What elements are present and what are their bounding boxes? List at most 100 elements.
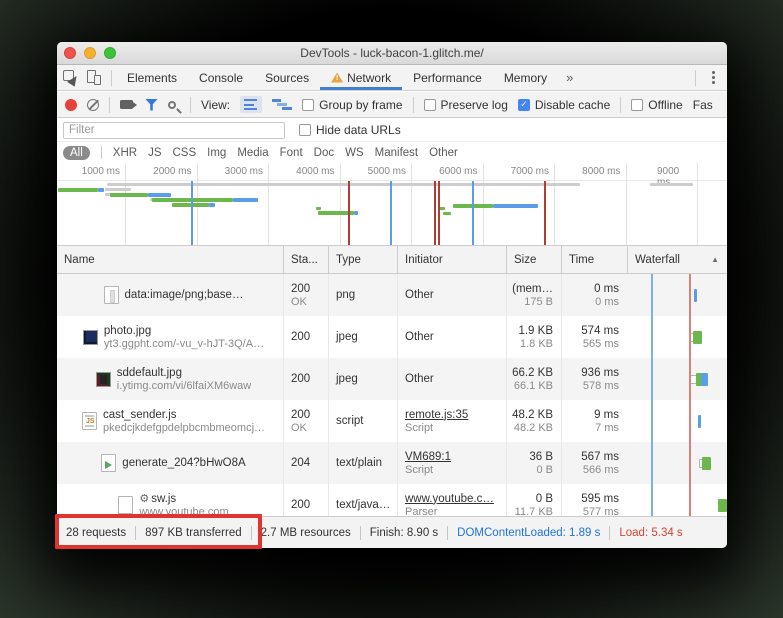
tab-performance[interactable]: Performance <box>402 65 493 90</box>
table-row[interactable]: photo.jpgyt3.ggpht.com/-vu_v-hJT-3Q/A…20… <box>57 316 727 358</box>
column-header-sta[interactable]: Sta... <box>283 246 328 273</box>
transferred-size: 66.2 KB <box>512 367 553 379</box>
table-row[interactable]: generate_204?bHwO8A204text/plainVM689:1S… <box>57 442 727 484</box>
load-event-line <box>438 181 440 245</box>
sort-arrow-icon[interactable]: ▲ <box>711 255 719 264</box>
load-event-line <box>689 274 691 516</box>
tab-elements[interactable]: Elements <box>116 65 188 90</box>
dcl-event-line <box>472 181 474 245</box>
search-icon[interactable] <box>168 101 176 109</box>
initiator-link[interactable]: www.youtube.c… <box>405 493 506 505</box>
waterfall-bar <box>718 499 727 512</box>
tab-memory[interactable]: Memory <box>493 65 558 90</box>
timeline-tick-label: 2000 ms <box>153 166 191 177</box>
initiator-link[interactable]: remote.js:35 <box>405 409 506 421</box>
screenshot-camera-icon[interactable] <box>120 100 133 109</box>
checkbox-icon[interactable] <box>631 99 643 111</box>
waterfall-bar <box>693 331 702 344</box>
load-event-line <box>544 181 546 245</box>
kebab-menu-icon[interactable] <box>700 71 727 84</box>
overview-bar <box>316 207 321 210</box>
waterfall-view-icon[interactable] <box>272 98 292 111</box>
checkbox-group-by-frame[interactable]: Group by frame <box>302 98 402 112</box>
waterfall-bar <box>701 373 708 386</box>
checkbox-icon[interactable] <box>424 99 436 111</box>
table-row[interactable]: ⚙sw.jswww.youtube.com200text/java…www.yo… <box>57 484 727 516</box>
column-header-time[interactable]: Time <box>561 246 627 273</box>
initiator-link[interactable]: VM689:1 <box>405 451 506 463</box>
thumbnail-icon <box>83 330 98 345</box>
file-type-icon <box>101 454 116 472</box>
filter-pill-xhr[interactable]: XHR <box>113 147 137 159</box>
tab-network[interactable]: !Network <box>320 65 402 90</box>
tab-label: Network <box>347 71 391 85</box>
timeline-gridline <box>697 163 698 245</box>
checkbox-icon[interactable]: ✓ <box>518 99 530 111</box>
checkbox-preserve-log[interactable]: Preserve log <box>424 98 508 112</box>
titlebar: DevTools - luck-bacon-1.glitch.me/ <box>57 42 727 65</box>
toolbar-checkboxes: Group by frame Preserve log ✓Disable cache… <box>302 97 683 113</box>
checkbox-icon[interactable] <box>302 99 314 111</box>
tab-sources[interactable]: Sources <box>254 65 320 90</box>
overview-bar <box>209 203 215 207</box>
filter-pill-img[interactable]: Img <box>207 147 226 159</box>
request-name-text: sddefault.jpg <box>117 367 251 379</box>
column-header-waterfall[interactable]: Waterfall▲ <box>627 246 727 273</box>
filter-funnel-icon[interactable] <box>145 99 158 111</box>
status-code: 200 <box>291 331 328 343</box>
tab-console[interactable]: Console <box>188 65 254 90</box>
thumbnail-icon <box>96 372 111 387</box>
table-row[interactable]: data:image/png;base…200OKpngOther(mem…17… <box>57 274 727 316</box>
filter-pill-css[interactable]: CSS <box>172 147 196 159</box>
filter-pill-font[interactable]: Font <box>280 147 303 159</box>
filter-pill-manifest[interactable]: Manifest <box>375 147 418 159</box>
annotation-highlight-box <box>55 514 262 549</box>
hide-data-urls-checkbox[interactable]: Hide data URLs <box>299 123 401 137</box>
filter-pill-doc[interactable]: Doc <box>314 147 334 159</box>
checkbox-icon[interactable] <box>299 124 311 136</box>
checkbox-disable-cache[interactable]: ✓Disable cache <box>518 98 610 112</box>
filter-pill-all[interactable]: All <box>63 146 90 160</box>
column-header-name[interactable]: Name <box>57 246 283 273</box>
filter-pill-js[interactable]: JS <box>148 147 161 159</box>
dcl-event-line <box>651 274 653 516</box>
column-header-size[interactable]: Size <box>506 246 561 273</box>
checkbox-offline[interactable]: Offline <box>631 98 682 112</box>
filter-pill-ws[interactable]: WS <box>345 147 364 159</box>
cell-type: jpeg <box>328 358 397 400</box>
inspect-element-icon[interactable] <box>63 70 78 85</box>
cell-initiator: VM689:1Script <box>397 442 506 484</box>
throttling-label[interactable]: Fas <box>693 98 713 112</box>
total-time: 574 ms <box>581 325 619 337</box>
clear-icon[interactable] <box>87 99 99 111</box>
column-header-initiator[interactable]: Initiator <box>397 246 506 273</box>
filter-pill-media[interactable]: Media <box>237 147 268 159</box>
timeline-gridline <box>411 163 412 245</box>
cell-name: JScast_sender.jspkedcjkdefgpdelpbcmbmeom… <box>57 400 283 442</box>
overview-bar <box>148 193 171 197</box>
overview-bar <box>105 188 131 191</box>
record-button[interactable] <box>65 99 77 111</box>
table-row[interactable]: JScast_sender.jspkedcjkdefgpdelpbcmbmeom… <box>57 400 727 442</box>
device-toolbar-icon[interactable] <box>86 70 101 85</box>
mime-type: png <box>336 289 397 301</box>
statusbar-divider <box>360 526 361 540</box>
status-code: 200 <box>291 373 328 385</box>
transferred-size: 48.2 KB <box>512 409 553 421</box>
cell-name: data:image/png;base… <box>57 274 283 316</box>
filter-pill-other[interactable]: Other <box>429 147 458 159</box>
timeline-overview[interactable]: 1000 ms2000 ms3000 ms4000 ms5000 ms6000 … <box>57 163 727 246</box>
overview-bar <box>233 198 258 202</box>
requests-table-header: NameSta...TypeInitiatorSizeTimeWaterfall… <box>57 246 727 274</box>
tab-label: Memory <box>504 71 547 85</box>
overview-bar <box>58 188 98 192</box>
cell-size: 48.2 KB48.2 KB <box>506 400 561 442</box>
column-header-type[interactable]: Type <box>328 246 397 273</box>
resource-size: 48.2 KB <box>514 422 553 434</box>
request-name: generate_204?bHwO8A <box>122 457 245 469</box>
list-view-icon[interactable] <box>240 96 262 113</box>
filter-input[interactable] <box>63 122 285 139</box>
table-row[interactable]: sddefault.jpgi.ytimg.com/vi/6lfaiXM6waw2… <box>57 358 727 400</box>
more-tabs-button[interactable]: » <box>558 70 581 85</box>
latency-time: 577 ms <box>583 506 619 517</box>
